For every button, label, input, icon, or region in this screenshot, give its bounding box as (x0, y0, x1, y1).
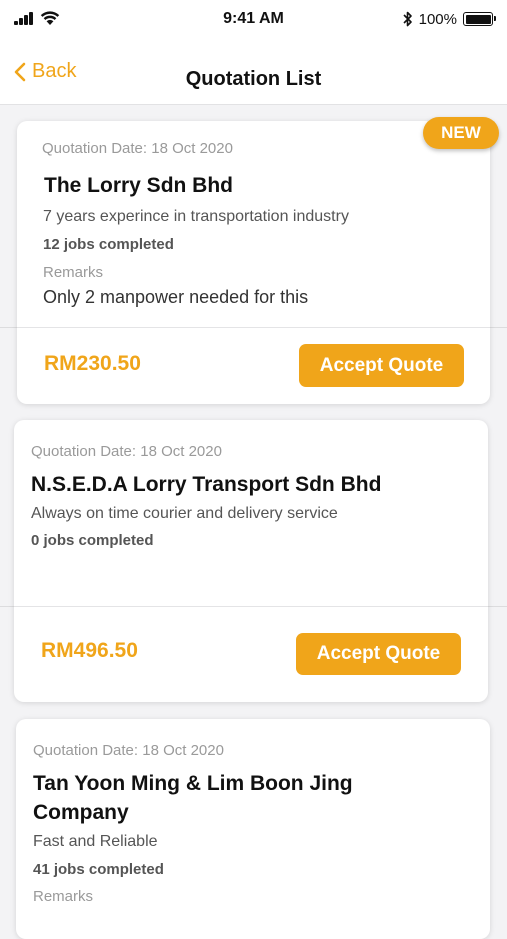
battery-icon (463, 12, 496, 26)
quote-card[interactable]: Quotation Date: 18 Oct 2020 N.S.E.D.A Lo… (14, 420, 488, 702)
remarks-label: Remarks (33, 888, 94, 905)
company-name: The Lorry Sdn Bhd (44, 174, 233, 197)
jobs-completed: 12 jobs completed (43, 236, 174, 253)
quotation-date: Quotation Date: 18 Oct 2020 (33, 742, 224, 759)
battery-percentage: 100% (418, 10, 457, 28)
status-bar: 9:41 AM 100% (0, 0, 507, 38)
remarks-label: Remarks (43, 264, 104, 281)
accept-quote-button[interactable]: Accept Quote (299, 344, 464, 387)
new-badge: NEW (423, 117, 499, 149)
accept-quote-button[interactable]: Accept Quote (296, 633, 461, 675)
quotation-date: Quotation Date: 18 Oct 2020 (42, 140, 233, 157)
quote-card[interactable]: Quotation Date: 18 Oct 2020 The Lorry Sd… (17, 117, 499, 404)
company-name: Tan Yoon Ming & Lim Boon Jing Company (33, 772, 353, 824)
quotation-date: Quotation Date: 18 Oct 2020 (31, 443, 222, 460)
company-description: Always on time courier and delivery serv… (31, 505, 338, 522)
quote-price: RM230.50 (44, 352, 141, 375)
card-divider (17, 327, 490, 328)
quote-card[interactable]: Quotation Date: 18 Oct 2020 Tan Yoon Min… (16, 719, 490, 939)
quote-price: RM496.50 (41, 639, 138, 662)
navigation-bar: Back Quotation List (0, 38, 507, 105)
page-title: Quotation List (185, 68, 322, 90)
card-divider (14, 606, 488, 607)
company-description: Fast and Reliable (33, 833, 158, 850)
bluetooth-icon (403, 11, 412, 27)
jobs-completed: 41 jobs completed (33, 861, 164, 878)
remarks-text: Only 2 manpower needed for this (43, 287, 309, 307)
company-description: 7 years experince in transportation indu… (43, 208, 349, 225)
jobs-completed: 0 jobs completed (31, 532, 154, 549)
company-name: N.S.E.D.A Lorry Transport Sdn Bhd (31, 473, 382, 496)
